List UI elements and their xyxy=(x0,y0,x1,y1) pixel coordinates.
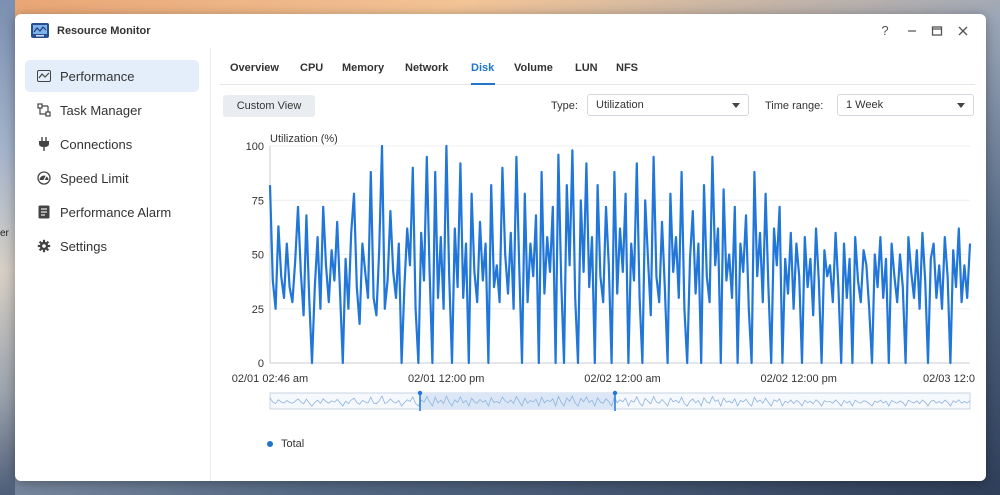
navigator-handle-knob xyxy=(612,390,618,396)
custom-view-button[interactable]: Custom View xyxy=(223,95,315,117)
utilization-chart[interactable]: Utilization (%) 0 25 50 75 100 02/01 02:46 am 0… xyxy=(230,130,975,430)
y-tick-label: 75 xyxy=(252,195,264,207)
tab-volume[interactable]: Volume xyxy=(514,62,553,74)
chevron-down-icon xyxy=(732,103,740,108)
sidebar-item-label: Task Manager xyxy=(60,102,142,118)
chart-legend[interactable]: Total xyxy=(267,438,304,450)
range-selection xyxy=(420,393,615,409)
type-select[interactable]: Utilization xyxy=(587,94,749,116)
close-button[interactable] xyxy=(956,24,970,38)
resource-monitor-window: Resource Monitor ? Performance Task Mana… xyxy=(15,14,986,481)
tab-network[interactable]: Network xyxy=(405,62,448,74)
x-tick-label: 02/01 12:00 pm xyxy=(408,373,484,385)
sidebar: Performance Task Manager Connections Spe… xyxy=(15,48,211,481)
plug-icon xyxy=(37,137,51,151)
sidebar-item-label: Connections xyxy=(60,136,133,152)
legend-label-total: Total xyxy=(281,438,305,450)
x-tick-label: 02/02 12:00 pm xyxy=(761,373,837,385)
tab-lun[interactable]: LUN xyxy=(575,62,598,74)
background-edge-text: er xyxy=(0,228,9,239)
desktop-background xyxy=(0,0,15,495)
type-select-value: Utilization xyxy=(596,99,644,111)
resource-monitor-app-icon xyxy=(31,23,49,38)
alarm-icon xyxy=(37,205,51,219)
sidebar-item-speed-limit[interactable]: Speed Limit xyxy=(25,162,199,194)
time-range-select-value: 1 Week xyxy=(846,99,884,111)
sidebar-item-label: Speed Limit xyxy=(60,170,129,186)
sidebar-item-task-manager[interactable]: Task Manager xyxy=(25,94,199,126)
time-range-select[interactable]: 1 Week xyxy=(837,94,974,116)
sidebar-item-label: Settings xyxy=(60,238,107,254)
active-tab-indicator xyxy=(471,83,495,85)
y-tick-label: 0 xyxy=(258,358,264,370)
sidebar-item-label: Performance xyxy=(60,68,135,84)
sidebar-item-performance[interactable]: Performance xyxy=(25,60,199,92)
x-tick-label: 02/01 02:46 am xyxy=(232,373,308,385)
navigator-handle-knob xyxy=(417,390,423,396)
performance-icon xyxy=(37,69,51,83)
maximize-button[interactable] xyxy=(930,24,944,38)
title-bar[interactable]: Resource Monitor ? xyxy=(15,14,986,48)
close-icon xyxy=(958,26,968,36)
x-tick-label: 02/02 12:00 am xyxy=(584,373,660,385)
tab-cpu[interactable]: CPU xyxy=(300,62,323,74)
time-range-label: Time range: xyxy=(765,100,824,112)
sidebar-item-label: Performance Alarm xyxy=(60,204,172,220)
maximize-icon xyxy=(931,26,943,36)
tab-overview[interactable]: Overview xyxy=(230,62,279,74)
minimize-icon xyxy=(908,30,916,32)
y-tick-label: 100 xyxy=(246,141,264,153)
y-tick-label: 25 xyxy=(252,304,264,316)
minimize-button[interactable] xyxy=(905,24,919,38)
sidebar-item-settings[interactable]: Settings xyxy=(25,230,199,262)
x-tick-label: 02/03 12:0 xyxy=(923,373,975,385)
legend-marker xyxy=(267,441,273,447)
sidebar-item-connections[interactable]: Connections xyxy=(25,128,199,160)
help-button[interactable]: ? xyxy=(878,24,892,38)
sidebar-item-performance-alarm[interactable]: Performance Alarm xyxy=(25,196,199,228)
type-label: Type: xyxy=(551,100,578,112)
chevron-down-icon xyxy=(957,103,965,108)
tab-memory[interactable]: Memory xyxy=(342,62,384,74)
tab-bar: Overview CPU Memory Network Disk Volume … xyxy=(220,60,975,85)
tab-nfs[interactable]: NFS xyxy=(616,62,638,74)
y-axis-label: Utilization (%) xyxy=(270,133,338,145)
tab-disk[interactable]: Disk xyxy=(471,62,494,74)
gear-icon xyxy=(37,239,51,253)
y-tick-label: 50 xyxy=(252,250,264,262)
window-title: Resource Monitor xyxy=(57,25,151,37)
gauge-icon xyxy=(37,171,51,185)
task-manager-icon xyxy=(37,103,51,117)
